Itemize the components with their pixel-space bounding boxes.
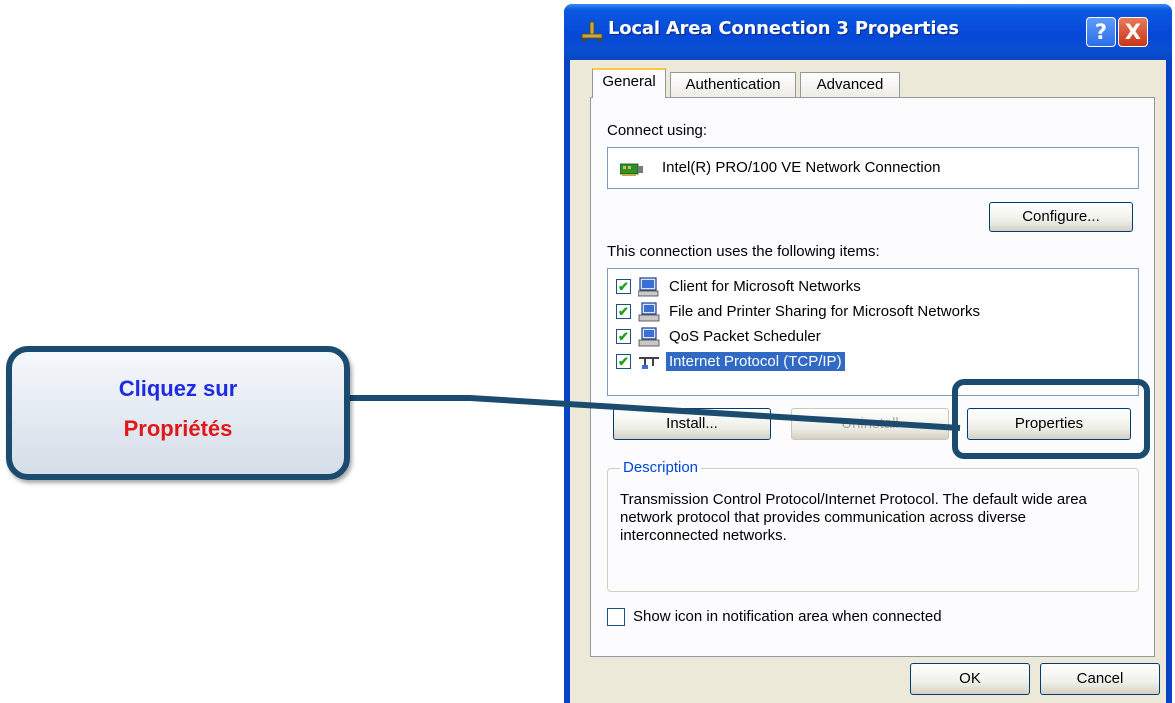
list-item-client-for-microsoft-networks[interactable]: ✔ Client for Microsoft Networks bbox=[616, 276, 1126, 300]
window-title: Local Area Connection 3 Properties bbox=[608, 18, 959, 39]
instruction-callout: Cliquez sur Propriétés bbox=[6, 346, 350, 480]
item-label: Internet Protocol (TCP/IP) bbox=[665, 351, 846, 372]
description-text: Transmission Control Protocol/Internet P… bbox=[620, 491, 1087, 544]
uninstall-button: Uninstall bbox=[791, 408, 949, 440]
adapter-name: Intel(R) PRO/100 VE Network Connection bbox=[662, 159, 941, 176]
cancel-button[interactable]: Cancel bbox=[1040, 663, 1160, 695]
general-tab-panel: Connect using: Intel(R) PRO/100 VE Netwo… bbox=[590, 97, 1155, 657]
show-icon-label[interactable]: Show icon in notification area when conn… bbox=[633, 608, 942, 625]
cancel-button-label: Cancel bbox=[1076, 670, 1124, 687]
ok-button-label: OK bbox=[959, 670, 981, 687]
network-client-icon bbox=[638, 277, 659, 297]
callout-line-2: Propriétés bbox=[123, 416, 233, 441]
uninstall-button-label: Uninstall bbox=[841, 415, 899, 432]
list-item-qos-packet-scheduler[interactable]: ✔ QoS Packet Scheduler bbox=[616, 326, 1126, 350]
item-label: File and Printer Sharing for Microsoft N… bbox=[669, 303, 980, 320]
network-connection-icon bbox=[581, 21, 603, 42]
properties-highlight-ring bbox=[952, 379, 1150, 459]
checkbox-checked[interactable]: ✔ bbox=[616, 279, 631, 294]
list-item-file-and-printer-sharing[interactable]: ✔ File and Printer Sharing for Microsoft… bbox=[616, 301, 1126, 325]
network-adapter-icon bbox=[620, 163, 643, 176]
checkbox-checked[interactable]: ✔ bbox=[616, 329, 631, 344]
list-item-internet-protocol-tcp-ip[interactable]: ✔ Internet Protocol (TCP/IP) bbox=[616, 351, 1126, 375]
configure-button-label: Configure... bbox=[1022, 208, 1100, 225]
install-button[interactable]: Install... bbox=[613, 408, 771, 440]
help-button[interactable]: ? bbox=[1086, 17, 1116, 47]
items-label: This connection uses the following items… bbox=[607, 243, 880, 260]
description-legend: Description bbox=[620, 459, 702, 476]
network-service-icon bbox=[638, 327, 660, 347]
configure-button[interactable]: Configure... bbox=[989, 202, 1133, 232]
item-label: Client for Microsoft Networks bbox=[669, 278, 861, 295]
show-icon-checkbox[interactable] bbox=[607, 608, 625, 626]
title-bar[interactable]: Local Area Connection 3 Properties ? X bbox=[564, 4, 1172, 60]
description-group: Description Transmission Control Protoco… bbox=[607, 459, 1139, 592]
item-label: QoS Packet Scheduler bbox=[669, 328, 821, 345]
tab-authentication[interactable]: Authentication bbox=[670, 72, 796, 98]
tab-advanced[interactable]: Advanced bbox=[800, 72, 900, 98]
adapter-field: Intel(R) PRO/100 VE Network Connection bbox=[607, 147, 1139, 189]
network-service-icon bbox=[638, 302, 660, 322]
checkbox-checked[interactable]: ✔ bbox=[616, 354, 631, 369]
properties-dialog: Local Area Connection 3 Properties ? X G… bbox=[564, 4, 1172, 703]
install-button-label: Install... bbox=[666, 415, 718, 432]
ok-button[interactable]: OK bbox=[910, 663, 1030, 695]
checkbox-checked[interactable]: ✔ bbox=[616, 304, 631, 319]
callout-line-1: Cliquez sur bbox=[118, 376, 238, 401]
components-list[interactable]: ✔ Client for Microsoft Networks ✔ File a… bbox=[607, 268, 1139, 396]
close-button[interactable]: X bbox=[1118, 17, 1148, 47]
tab-general[interactable]: General bbox=[592, 68, 666, 98]
connect-using-label: Connect using: bbox=[607, 122, 708, 139]
network-protocol-icon bbox=[639, 357, 659, 369]
